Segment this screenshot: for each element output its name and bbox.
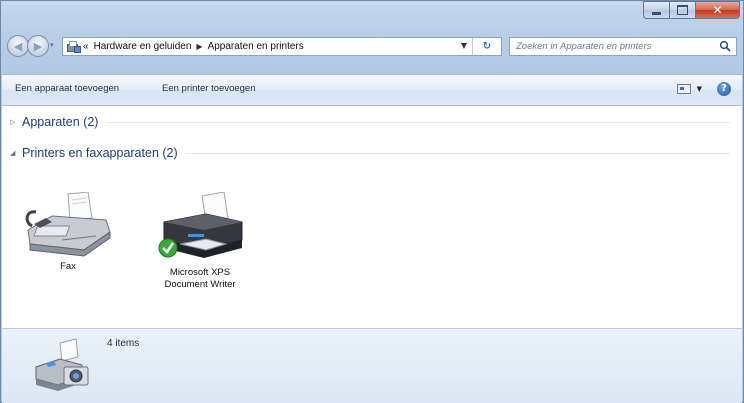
minimize-icon [652,11,661,15]
item-label-line1: Microsoft XPS [169,267,231,278]
default-check-icon [158,238,178,258]
item-label-line2: Document Writer [164,279,236,290]
maximize-button[interactable] [670,1,696,19]
device-item-xps-document-writer[interactable]: Microsoft XPS Document Writer [145,191,255,291]
address-dropdown-icon[interactable]: ▼ [461,41,467,50]
command-bar: Een apparaat toevoegen Een printer toevo… [2,74,742,106]
group-header-devices[interactable]: ▷ Apparaten (2) [10,115,730,129]
group-divider [106,121,730,123]
fax-icon [25,191,111,257]
breadcrumb-devices-printers[interactable]: Apparaten en printers [208,41,304,52]
group-title-devices: Apparaten (2) [22,115,99,129]
close-icon: ✕ [712,3,723,17]
group-title-printers: Printers en faxapparaten (2) [22,146,178,160]
maximize-icon [677,5,688,15]
breadcrumb-hardware[interactable]: Hardware en geluiden [94,41,192,52]
search-icon[interactable] [719,40,731,52]
recent-pages-dropdown[interactable]: ▾ [50,41,54,49]
breadcrumb-separator-icon[interactable]: ▶ [196,42,202,51]
devices-printers-icon [67,41,81,53]
forward-button[interactable]: ▶ [27,35,49,57]
add-device-button[interactable]: Een apparaat toevoegen [15,83,119,94]
refresh-icon: ↻ [482,41,492,52]
details-pane: 4 items [2,328,742,403]
view-icon [676,84,691,94]
search-input[interactable] [516,41,696,52]
close-button[interactable]: ✕ [696,1,740,19]
breadcrumb-overflow[interactable]: « [83,41,89,52]
items-view: ▷ Apparaten (2) ◢ Printers en faxapparat… [2,106,742,328]
explorer-window: ✕ ◀ ▶ ▾ « Hardware en geluiden ▶ Apparat… [0,0,744,403]
device-item-fax[interactable]: Fax [18,191,118,273]
caption-buttons: ✕ [643,1,740,21]
help-icon[interactable]: ? [717,82,731,96]
minimize-button[interactable] [643,1,670,19]
item-count: 4 items [107,338,140,349]
back-arrow-icon: ◀ [13,39,23,53]
back-button[interactable]: ◀ [7,35,29,57]
navigation-bar: ◀ ▶ ▾ « Hardware en geluiden ▶ Apparaten… [7,35,737,59]
devices-printers-thumbnail-icon [35,338,89,391]
expanded-arrow-icon[interactable]: ◢ [10,149,22,157]
group-header-printers[interactable]: ◢ Printers en faxapparaten (2) [10,146,730,160]
add-printer-button[interactable]: Een printer toevoegen [162,83,255,94]
search-box[interactable] [509,37,737,56]
collapsed-arrow-icon[interactable]: ▷ [10,118,22,126]
group-divider [185,152,730,154]
refresh-button[interactable]: ↻ [472,38,501,55]
printer-icon [158,191,243,258]
change-view-button[interactable]: ▼ [676,84,702,94]
view-dropdown-icon[interactable]: ▼ [697,85,702,93]
item-label: Fax [60,261,76,272]
forward-arrow-icon: ▶ [33,39,43,53]
address-bar[interactable]: « Hardware en geluiden ▶ Apparaten en pr… [62,37,502,56]
